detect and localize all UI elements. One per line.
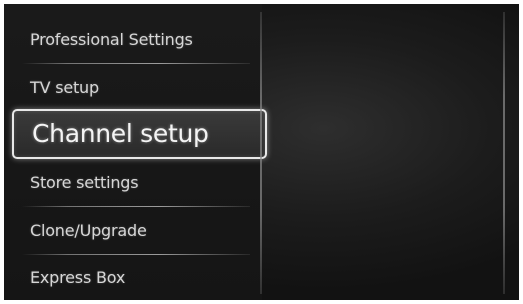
menu-item-label: Professional Settings [30, 30, 193, 49]
menu-item-professional-settings[interactable]: Professional Settings [4, 16, 254, 64]
menu-item-label: Channel setup [32, 119, 209, 148]
menu-item-express-box[interactable]: Express Box [4, 254, 254, 300]
panel-divider-left [260, 12, 262, 294]
menu-item-clone-upgrade[interactable]: Clone/Upgrade [4, 207, 254, 255]
menu-item-store-settings[interactable]: Store settings [4, 159, 254, 207]
menu-item-label: Store settings [30, 173, 139, 192]
menu-item-channel-setup-selected[interactable]: Channel setup [12, 109, 267, 159]
menu-item-label: TV setup [30, 78, 99, 97]
tv-screen: Professional Settings TV setup Channel s… [4, 4, 519, 300]
panel-divider-right [503, 12, 505, 294]
settings-menu-panel: Professional Settings TV setup Channel s… [4, 4, 267, 300]
menu-item-label: Express Box [30, 268, 126, 287]
menu-item-label: Clone/Upgrade [30, 221, 147, 240]
menu-item-tv-setup[interactable]: TV setup [4, 64, 254, 112]
